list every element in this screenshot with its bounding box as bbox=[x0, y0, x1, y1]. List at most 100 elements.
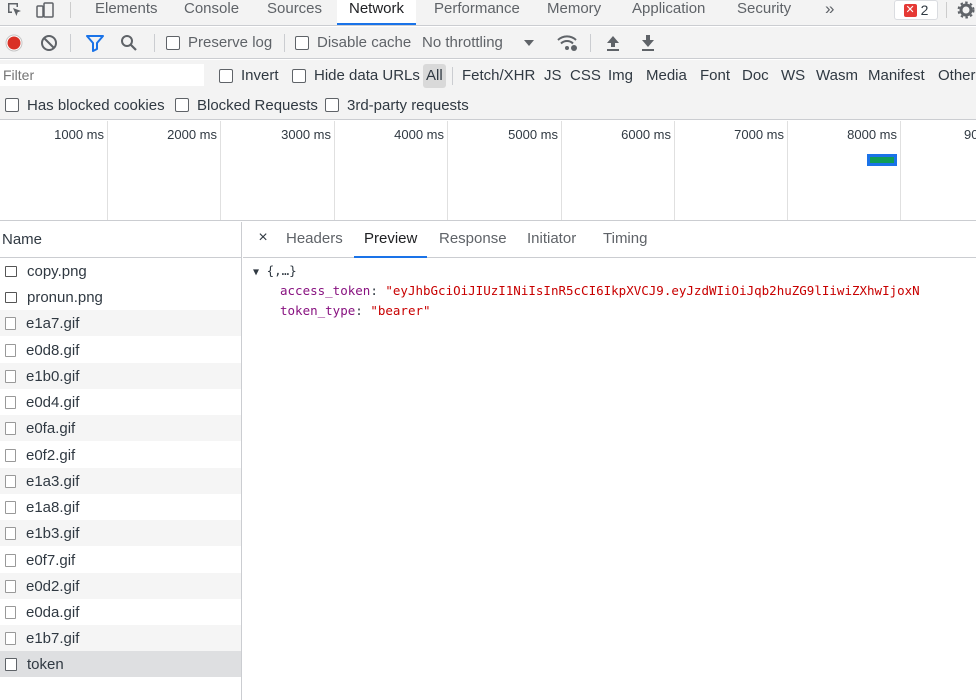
request-row[interactable]: copy.png bbox=[0, 258, 241, 284]
checkbox[interactable] bbox=[325, 98, 339, 112]
divider bbox=[946, 2, 947, 18]
device-toolbar-icon[interactable] bbox=[34, 0, 56, 20]
request-row[interactable]: e1b7.gif bbox=[0, 625, 241, 651]
record-icon[interactable] bbox=[5, 27, 23, 58]
request-row[interactable]: e1a8.gif bbox=[0, 494, 241, 520]
preserve-log-checkbox[interactable]: Preserve log bbox=[166, 27, 272, 58]
grid-line bbox=[334, 121, 335, 220]
tab-console[interactable]: Console bbox=[184, 0, 239, 25]
filter-type-all[interactable]: All bbox=[423, 64, 446, 88]
json-property-access-token[interactable]: access_token: "eyJhbGciOiJIUzI1NiIsInR5c… bbox=[280, 281, 920, 301]
search-icon[interactable] bbox=[120, 27, 138, 58]
request-list: copy.png pronun.png e1a7.gif e0d8.gif e1… bbox=[0, 258, 242, 700]
gear-icon[interactable] bbox=[956, 0, 976, 20]
filter-type-wasm[interactable]: Wasm bbox=[816, 64, 858, 88]
divider bbox=[284, 33, 285, 52]
invert-checkbox[interactable]: Invert bbox=[219, 60, 279, 91]
filter-type-font[interactable]: Font bbox=[700, 64, 730, 88]
json-property-token-type[interactable]: token_type: "bearer" bbox=[280, 301, 431, 321]
image-file-icon bbox=[5, 316, 16, 330]
tab-headers[interactable]: Headers bbox=[286, 222, 343, 258]
filter-type-ws[interactable]: WS bbox=[781, 64, 805, 88]
divider bbox=[154, 33, 155, 52]
more-tabs-chevron-icon[interactable]: » bbox=[825, 0, 834, 25]
hide-data-urls-checkbox[interactable]: Hide data URLs bbox=[292, 60, 420, 91]
json-summary: {,…} bbox=[266, 263, 297, 278]
request-name: e1a7.gif bbox=[26, 314, 80, 332]
request-row[interactable]: e0d4.gif bbox=[0, 389, 241, 415]
filter-input[interactable] bbox=[0, 64, 204, 86]
request-row[interactable]: e0d8.gif bbox=[0, 337, 241, 363]
tab-memory[interactable]: Memory bbox=[547, 0, 601, 25]
filter-icon[interactable] bbox=[85, 27, 105, 58]
filter-type-manifest[interactable]: Manifest bbox=[868, 64, 925, 88]
json-string-value: "eyJhbGciOiJIUzI1NiIsInR5cCI6IkpXVCJ9.ey… bbox=[385, 283, 920, 298]
has-blocked-cookies-checkbox[interactable]: Has blocked cookies bbox=[5, 91, 165, 119]
checkbox[interactable] bbox=[295, 35, 309, 50]
error-icon: ✕ bbox=[903, 3, 917, 17]
request-row[interactable]: e0f7.gif bbox=[0, 547, 241, 573]
request-row[interactable]: e1b3.gif bbox=[0, 520, 241, 546]
throttling-select[interactable]: No throttling bbox=[422, 27, 535, 58]
tab-network[interactable]: Network bbox=[337, 0, 417, 25]
request-timing-bar bbox=[867, 154, 897, 166]
image-file-icon bbox=[5, 631, 16, 645]
image-file-icon bbox=[5, 265, 17, 277]
request-row[interactable]: e0da.gif bbox=[0, 599, 241, 625]
request-row[interactable]: e1a7.gif bbox=[0, 310, 241, 336]
has-blocked-cookies-label: Has blocked cookies bbox=[27, 96, 165, 114]
image-file-icon bbox=[5, 605, 16, 619]
request-row[interactable]: e1b0.gif bbox=[0, 363, 241, 389]
checkbox[interactable] bbox=[166, 35, 180, 50]
dropdown-arrow-icon bbox=[523, 39, 534, 46]
tab-security[interactable]: Security bbox=[737, 0, 791, 25]
request-name: pronun.png bbox=[27, 288, 103, 306]
disable-cache-checkbox[interactable]: Disable cache bbox=[295, 27, 411, 58]
image-file-icon bbox=[5, 421, 16, 435]
checkbox[interactable] bbox=[219, 68, 233, 83]
tab-initiator[interactable]: Initiator bbox=[527, 222, 576, 258]
blocked-filter-bar: Has blocked cookies Blocked Requests 3rd… bbox=[0, 91, 976, 120]
devtools-tab-bar: Elements Console Sources Network Perform… bbox=[0, 0, 976, 26]
tab-sources[interactable]: Sources bbox=[267, 0, 322, 25]
clear-icon[interactable] bbox=[40, 27, 58, 58]
tab-elements[interactable]: Elements bbox=[95, 0, 158, 25]
request-row-selected[interactable]: token bbox=[0, 651, 241, 677]
import-har-icon[interactable] bbox=[605, 27, 621, 58]
third-party-requests-checkbox[interactable]: 3rd-party requests bbox=[325, 91, 469, 119]
request-name: e1b0.gif bbox=[26, 367, 80, 385]
filter-type-other[interactable]: Other bbox=[938, 64, 976, 88]
export-har-icon[interactable] bbox=[640, 27, 656, 58]
inspect-element-icon[interactable] bbox=[4, 0, 26, 20]
tab-timing[interactable]: Timing bbox=[603, 222, 647, 258]
network-conditions-icon[interactable] bbox=[556, 27, 578, 58]
tab-application[interactable]: Application bbox=[632, 0, 705, 25]
blocked-requests-checkbox[interactable]: Blocked Requests bbox=[175, 91, 318, 119]
request-row[interactable]: e1a3.gif bbox=[0, 468, 241, 494]
json-root[interactable]: ▼ {,…} bbox=[253, 261, 297, 283]
checkbox[interactable] bbox=[292, 68, 306, 83]
filter-type-fetch-xhr[interactable]: Fetch/XHR bbox=[462, 64, 535, 88]
error-count-badge[interactable]: ✕ 2 bbox=[894, 0, 938, 20]
filter-type-img[interactable]: Img bbox=[608, 64, 633, 88]
timeline-label: 1000 ms bbox=[54, 127, 104, 142]
network-overview[interactable]: 1000 ms 2000 ms 3000 ms 4000 ms 5000 ms … bbox=[0, 121, 976, 221]
filter-type-doc[interactable]: Doc bbox=[742, 64, 769, 88]
tab-preview[interactable]: Preview bbox=[354, 222, 428, 258]
expand-triangle-icon[interactable]: ▼ bbox=[253, 267, 259, 278]
name-column-header[interactable]: Name bbox=[0, 222, 242, 258]
filter-type-media[interactable]: Media bbox=[646, 64, 687, 88]
filter-type-css[interactable]: CSS bbox=[570, 64, 601, 88]
request-row[interactable]: e0fa.gif bbox=[0, 415, 241, 441]
tab-response[interactable]: Response bbox=[439, 222, 507, 258]
checkbox[interactable] bbox=[175, 98, 189, 112]
checkbox[interactable] bbox=[5, 98, 19, 112]
request-row[interactable]: e0f2.gif bbox=[0, 442, 241, 468]
close-icon[interactable]: × bbox=[255, 230, 271, 246]
filter-type-js[interactable]: JS bbox=[544, 64, 562, 88]
image-file-icon bbox=[5, 448, 16, 462]
timeline-label: 2000 ms bbox=[167, 127, 217, 142]
request-row[interactable]: pronun.png bbox=[0, 284, 241, 310]
tab-performance[interactable]: Performance bbox=[434, 0, 520, 25]
request-row[interactable]: e0d2.gif bbox=[0, 573, 241, 599]
